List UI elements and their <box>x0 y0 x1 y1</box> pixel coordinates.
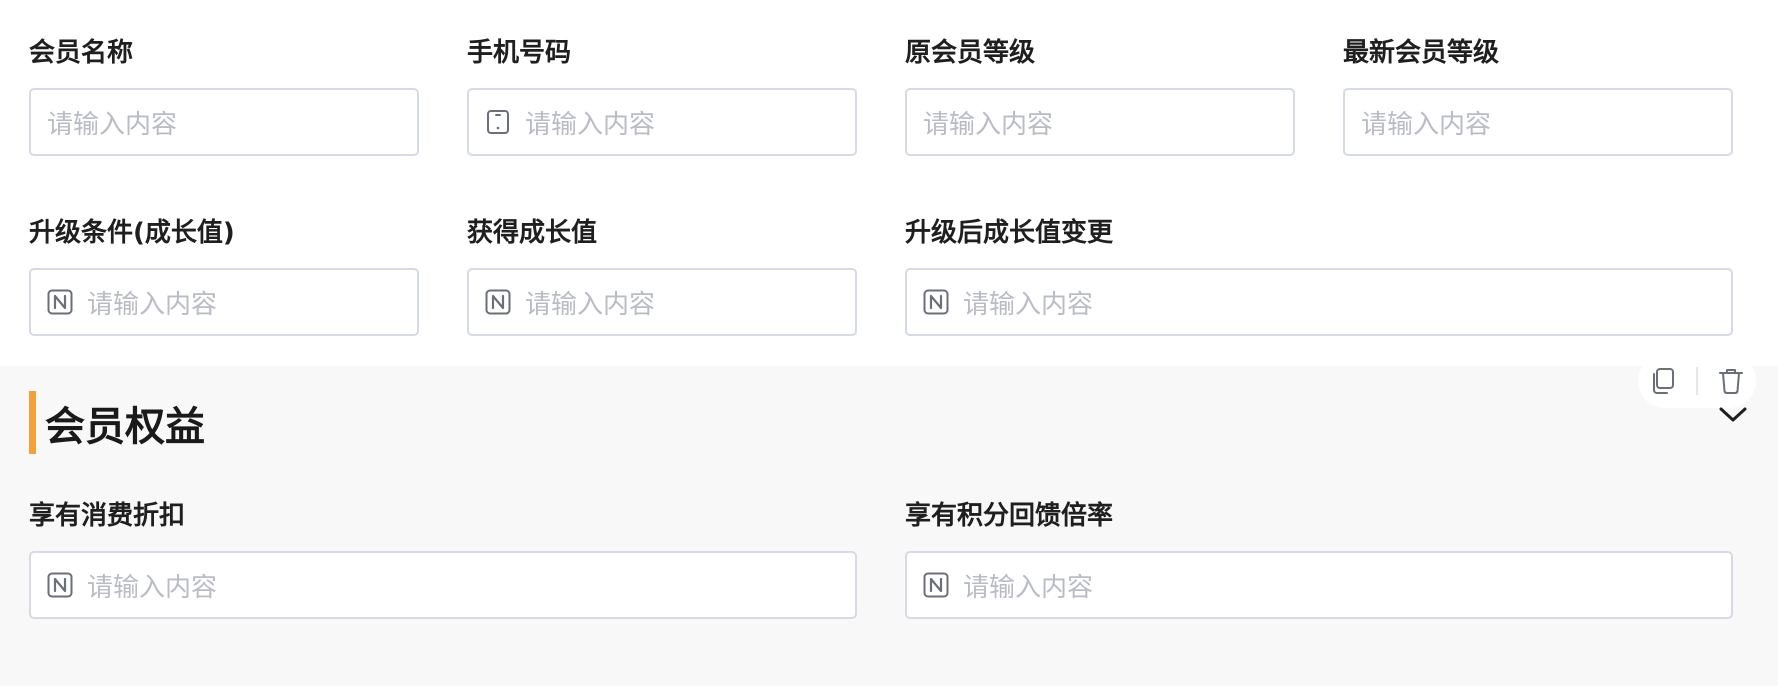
field-label: 享有消费折扣 <box>29 501 186 531</box>
section-accent-bar <box>29 391 36 454</box>
points-multiplier-input[interactable]: 请输入内容 <box>905 551 1733 619</box>
basic-info-section: 会员名称 请输入内容 手机号码 请输入内容 原会员等级 请输入内容 最新会员等级… <box>0 0 1778 366</box>
number-icon <box>485 289 511 315</box>
original-level-input[interactable]: 请输入内容 <box>905 88 1295 156</box>
input-placeholder: 请输入内容 <box>87 572 218 603</box>
toolbar-divider <box>1696 367 1698 395</box>
latest-level-input[interactable]: 请输入内容 <box>1343 88 1733 156</box>
trash-icon <box>1719 369 1743 394</box>
input-placeholder: 请输入内容 <box>87 289 218 320</box>
number-icon <box>923 289 949 315</box>
benefits-section <box>0 366 1778 686</box>
phone-icon <box>487 110 509 134</box>
input-placeholder: 请输入内容 <box>963 572 1094 603</box>
consumption-discount-input[interactable]: 请输入内容 <box>29 551 857 619</box>
field-label: 原会员等级 <box>905 38 1036 68</box>
input-placeholder: 请输入内容 <box>525 109 656 140</box>
delete-button[interactable] <box>1714 364 1748 398</box>
input-placeholder: 请输入内容 <box>963 289 1094 320</box>
field-label: 享有积分回馈倍率 <box>905 501 1114 531</box>
phone-number-input[interactable]: 请输入内容 <box>467 88 857 156</box>
input-placeholder: 请输入内容 <box>47 109 178 140</box>
number-icon <box>923 572 949 598</box>
field-label: 手机号码 <box>467 38 572 68</box>
input-placeholder: 请输入内容 <box>1361 109 1492 140</box>
growth-change-input[interactable]: 请输入内容 <box>905 268 1733 336</box>
field-label: 会员名称 <box>29 38 134 68</box>
field-label: 最新会员等级 <box>1343 38 1500 68</box>
field-label: 升级条件(成长值) <box>29 218 235 248</box>
section-header: 会员权益 <box>29 391 205 454</box>
section-title: 会员权益 <box>45 403 205 450</box>
field-label: 升级后成长值变更 <box>905 218 1114 248</box>
field-label: 获得成长值 <box>467 218 598 248</box>
chevron-down-icon <box>1719 407 1747 422</box>
copy-icon <box>1653 368 1674 394</box>
growth-gained-input[interactable]: 请输入内容 <box>467 268 857 336</box>
input-placeholder: 请输入内容 <box>525 289 656 320</box>
number-icon <box>47 572 73 598</box>
collapse-button[interactable] <box>1716 400 1750 430</box>
copy-button[interactable] <box>1646 364 1680 398</box>
input-placeholder: 请输入内容 <box>923 109 1054 140</box>
number-icon <box>47 289 73 315</box>
upgrade-condition-input[interactable]: 请输入内容 <box>29 268 419 336</box>
member-name-input[interactable]: 请输入内容 <box>29 88 419 156</box>
